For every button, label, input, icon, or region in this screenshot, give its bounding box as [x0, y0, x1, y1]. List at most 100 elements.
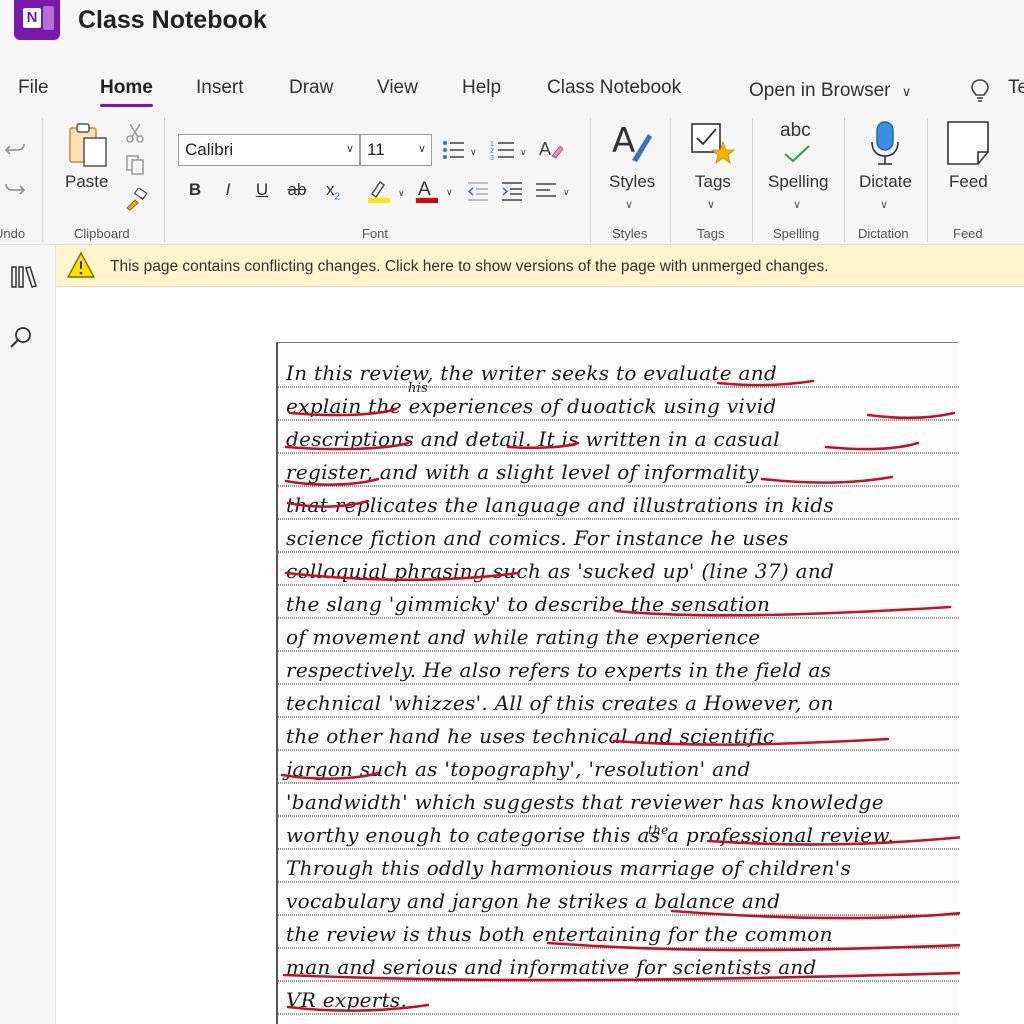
warning-icon [66, 251, 96, 278]
tab-insert[interactable]: Insert [196, 77, 244, 99]
svg-text:1: 1 [490, 141, 494, 148]
font-family-select[interactable]: Calibri ∨ [178, 134, 360, 166]
subscript-small-label: 2 [334, 191, 341, 203]
tab-file[interactable]: File [18, 77, 49, 99]
microphone-icon[interactable] [868, 120, 902, 168]
svg-text:∨: ∨ [520, 147, 527, 157]
bold-button[interactable]: B [182, 180, 208, 200]
clear-formatting-icon[interactable]: A [538, 136, 564, 162]
decrease-indent-icon[interactable] [466, 180, 490, 202]
tags-label[interactable]: Tags [695, 172, 731, 192]
chevron-down-icon: ∨ [901, 84, 912, 99]
ribbon: Undo Paste Clipboard Calibri ∨ 11 ∨ ∨ 12… [0, 112, 1024, 245]
separator [42, 118, 43, 242]
left-navigation [0, 245, 56, 1024]
handwriting-line: respectively. He also refers to experts … [286, 658, 832, 682]
spelling-label[interactable]: Spelling [768, 172, 829, 192]
tags-group-label: Tags [697, 226, 725, 241]
separator [164, 118, 165, 242]
handwriting-line: worthy enough to categorise this as a pr… [286, 823, 895, 847]
svg-text:A: A [612, 121, 635, 161]
align-icon[interactable]: ∨ [534, 180, 576, 202]
feed-icon[interactable] [946, 120, 990, 168]
paste-label[interactable]: Paste [65, 172, 108, 192]
dictate-label[interactable]: Dictate [859, 172, 912, 192]
redo-icon[interactable] [4, 178, 26, 200]
separator [590, 118, 591, 242]
clipboard-group-label: Clipboard [74, 226, 130, 241]
handwriting-line: that replicates the language and illustr… [286, 493, 834, 517]
handwriting-line: descriptions and detail. It is written i… [286, 427, 780, 451]
subscript-button[interactable]: x2 [318, 180, 348, 202]
dictation-group-label: Dictation [858, 226, 909, 241]
handwriting-line: jargon such as 'topography', 'resolution… [286, 757, 751, 781]
separator [927, 118, 928, 242]
handwriting-line: the other hand he uses technical and sci… [286, 724, 775, 748]
tab-home[interactable]: Home [100, 77, 153, 107]
paste-icon[interactable] [66, 122, 110, 168]
font-group-label: Font [362, 226, 389, 241]
font-size-select[interactable]: 11 ∨ [360, 134, 432, 166]
separator [752, 118, 753, 242]
styles-label[interactable]: Styles [609, 172, 655, 192]
handwritten-page-image: In this review, the writer seeks to eval… [276, 342, 960, 1024]
chevron-down-icon[interactable]: ∨ [793, 198, 801, 211]
title-bar: N Class Notebook [0, 0, 1024, 64]
format-painter-icon[interactable] [124, 188, 148, 212]
chevron-down-icon: ∨ [417, 143, 426, 155]
underline-button[interactable]: U [249, 180, 275, 200]
lightbulb-icon[interactable] [968, 78, 992, 104]
tab-help[interactable]: Help [462, 77, 501, 99]
chevron-down-icon[interactable]: ∨ [707, 198, 715, 211]
copy-icon[interactable] [124, 154, 146, 176]
handwriting-line: the review is thus both entertaining for… [286, 922, 833, 946]
handwriting-line: technical 'whizzes'. All of this creates… [286, 691, 834, 715]
chevron-down-icon[interactable]: ∨ [625, 198, 633, 211]
insertion-the: the [648, 823, 669, 837]
svg-text:∨: ∨ [470, 147, 477, 157]
handwriting-line: of movement and while rating the experie… [286, 625, 761, 649]
tell-me-partial[interactable]: Te [1008, 77, 1024, 99]
svg-text:2: 2 [490, 148, 494, 155]
handwriting-line: colloquial phrasing such as 'sucked up' … [286, 559, 835, 583]
tab-class-notebook[interactable]: Class Notebook [547, 77, 681, 99]
conflict-message[interactable]: This page contains conflicting changes. … [110, 258, 829, 276]
handwriting-line: VR experts. [286, 988, 408, 1012]
cut-icon[interactable] [124, 122, 146, 144]
increase-indent-icon[interactable] [500, 180, 524, 202]
undo-icon[interactable] [4, 138, 26, 160]
open-in-browser-label: Open in Browser [749, 80, 891, 101]
italic-button[interactable]: I [215, 180, 241, 200]
conflict-infobar[interactable]: This page contains conflicting changes. … [56, 245, 1024, 287]
notebooks-icon[interactable] [10, 265, 38, 289]
numbering-icon[interactable]: 123 ∨ [490, 138, 532, 162]
separator [670, 118, 671, 242]
svg-text:A: A [539, 139, 551, 159]
styles-icon[interactable]: A [610, 120, 654, 168]
svg-text:∨: ∨ [563, 187, 570, 197]
strikethrough-button[interactable]: ab [284, 180, 310, 200]
font-size-value: 11 [367, 140, 385, 159]
chevron-down-icon[interactable]: ∨ [880, 198, 888, 211]
bullets-icon[interactable]: ∨ [442, 138, 482, 162]
handwriting-line: science fiction and comics. For instance… [286, 526, 789, 550]
styles-group-label: Styles [612, 226, 648, 241]
open-in-browser-button[interactable]: Open in Browser ∨ [749, 80, 911, 102]
feed-label[interactable]: Feed [949, 172, 988, 192]
handwriting-line: man and serious and informative for scie… [286, 955, 817, 979]
undo-group-label: Undo [0, 226, 26, 241]
check-icon [784, 145, 810, 163]
search-icon[interactable] [8, 325, 34, 351]
chevron-down-icon: ∨ [345, 143, 354, 155]
font-family-value: Calibri [185, 140, 234, 159]
font-color-icon[interactable]: A ∨ [414, 176, 460, 204]
highlighter-icon[interactable]: ∨ [366, 178, 412, 204]
handwriting-line: register, and with a slight level of inf… [286, 460, 759, 484]
tab-draw[interactable]: Draw [289, 77, 333, 99]
handwriting-line: vocabulary and jargon he strikes a balan… [286, 889, 781, 913]
onenote-icon: N [14, 0, 60, 40]
tab-view[interactable]: View [377, 77, 418, 99]
svg-text:3: 3 [490, 155, 494, 162]
spelling-group-label: Spelling [773, 226, 820, 241]
tag-star-icon[interactable] [690, 120, 736, 168]
